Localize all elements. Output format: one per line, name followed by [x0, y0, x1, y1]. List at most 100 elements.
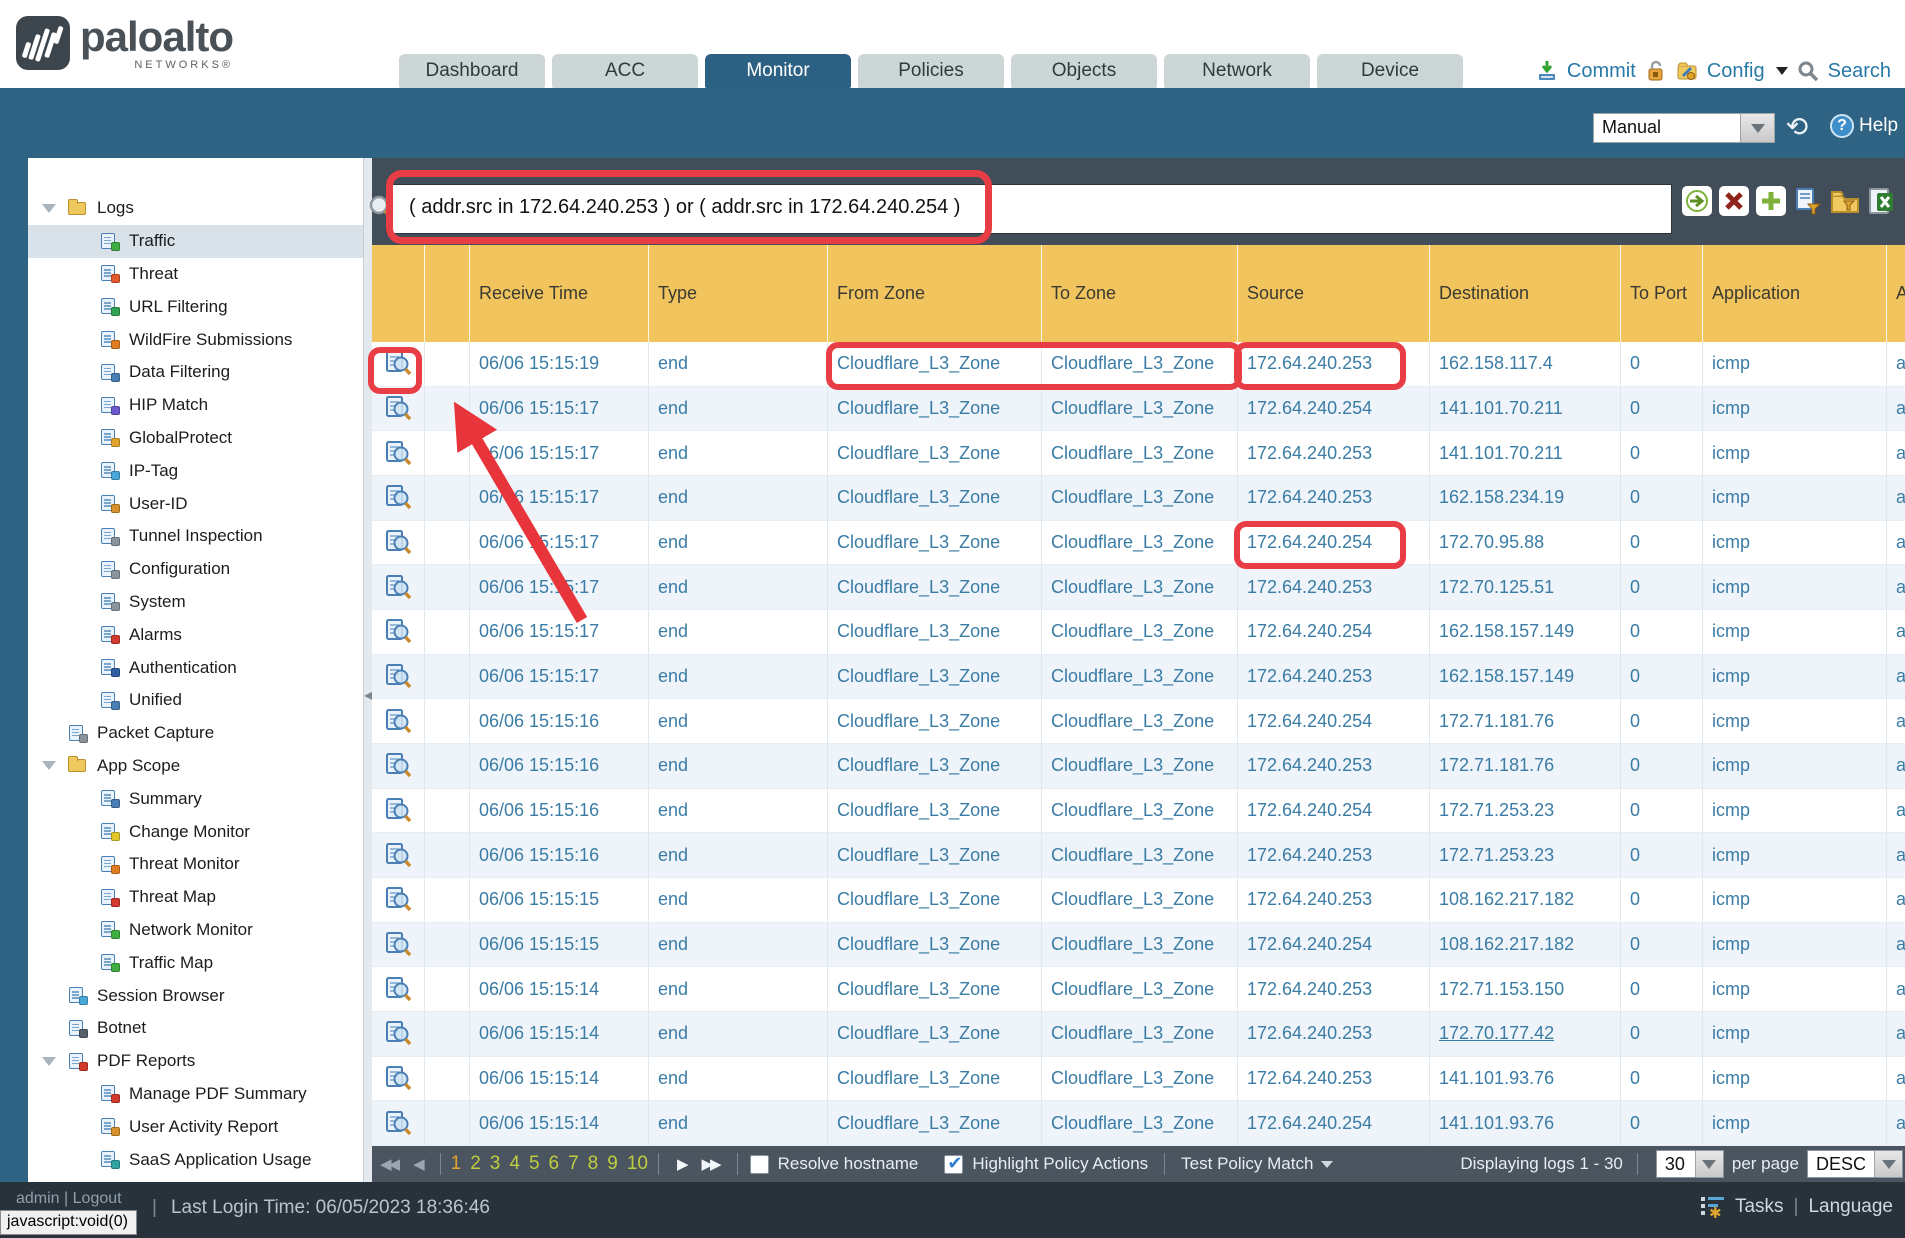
cell-application[interactable]: icmp — [1703, 655, 1887, 699]
cell-to-port[interactable]: 0 — [1621, 342, 1703, 386]
cell-application[interactable]: icmp — [1703, 878, 1887, 922]
refresh-interval-select[interactable]: Manual — [1593, 113, 1775, 143]
sidebar-item-data-filtering[interactable]: Data Filtering — [28, 356, 363, 389]
cell-source[interactable]: 172.64.240.253 — [1238, 342, 1430, 386]
cell-action[interactable]: al — [1887, 878, 1905, 922]
cell-to-zone[interactable]: Cloudflare_L3_Zone — [1042, 967, 1238, 1011]
cell-from-zone[interactable]: Cloudflare_L3_Zone — [828, 476, 1042, 520]
cell-to-zone[interactable]: Cloudflare_L3_Zone — [1042, 431, 1238, 475]
cell-to-port[interactable]: 0 — [1621, 565, 1703, 609]
log-detail-magnifier-icon[interactable] — [372, 387, 425, 431]
column-header-from-zone[interactable]: From Zone — [828, 245, 1042, 342]
log-detail-magnifier-icon[interactable] — [372, 699, 425, 743]
sidebar-item-threat-map[interactable]: Threat Map — [28, 881, 363, 914]
tab-dashboard[interactable]: Dashboard — [399, 54, 545, 88]
export-to-csv-icon[interactable] — [1867, 186, 1897, 216]
sidebar-item-botnet[interactable]: Botnet — [28, 1012, 363, 1045]
cell-to-port[interactable]: 0 — [1621, 476, 1703, 520]
log-detail-magnifier-icon[interactable] — [372, 1101, 425, 1145]
cell-application[interactable]: icmp — [1703, 1057, 1887, 1101]
cell-destination[interactable]: 172.71.181.76 — [1430, 744, 1621, 788]
sidebar-item-change-monitor[interactable]: Change Monitor — [28, 815, 363, 848]
cell-action[interactable]: al — [1887, 655, 1905, 699]
apply-filter-button[interactable] — [1682, 186, 1712, 216]
cell-from-zone[interactable]: Cloudflare_L3_Zone — [828, 833, 1042, 877]
cell-source[interactable]: 172.64.240.253 — [1238, 744, 1430, 788]
expander-triangle-icon[interactable] — [42, 1057, 56, 1066]
page-link-3[interactable]: 3 — [490, 1153, 501, 1175]
next-page-icon[interactable]: ▶ — [677, 1155, 686, 1173]
page-link-4[interactable]: 4 — [509, 1153, 520, 1175]
sidebar-item-traffic-map[interactable]: Traffic Map — [28, 946, 363, 979]
cell-action[interactable]: al — [1887, 1057, 1905, 1101]
log-detail-magnifier-icon[interactable] — [372, 1057, 425, 1101]
help-icon[interactable]: ? — [1830, 114, 1854, 138]
tab-device[interactable]: Device — [1317, 54, 1463, 88]
cell-from-zone[interactable]: Cloudflare_L3_Zone — [828, 789, 1042, 833]
tasks-button[interactable]: Tasks — [1735, 1196, 1784, 1218]
sidebar-item-threat[interactable]: Threat — [28, 258, 363, 291]
resolve-hostname-checkbox[interactable] — [750, 1155, 769, 1174]
sidebar-item-summary[interactable]: Summary — [28, 782, 363, 815]
column-header-type[interactable]: Type — [649, 245, 828, 342]
cell-to-port[interactable]: 0 — [1621, 789, 1703, 833]
language-button[interactable]: Language — [1808, 1196, 1893, 1218]
log-detail-magnifier-icon[interactable] — [372, 967, 425, 1011]
save-filter-icon[interactable] — [1793, 186, 1823, 216]
cell-to-zone[interactable]: Cloudflare_L3_Zone — [1042, 521, 1238, 565]
page-link-5[interactable]: 5 — [529, 1153, 540, 1175]
cell-source[interactable]: 172.64.240.253 — [1238, 655, 1430, 699]
cell-action[interactable]: al — [1887, 1012, 1905, 1056]
cell-to-zone[interactable]: Cloudflare_L3_Zone — [1042, 878, 1238, 922]
cell-destination[interactable]: 141.101.70.211 — [1430, 387, 1621, 431]
cell-application[interactable]: icmp — [1703, 431, 1887, 475]
sidebar-item-system[interactable]: System — [28, 586, 363, 619]
cell-application[interactable]: icmp — [1703, 342, 1887, 386]
log-detail-magnifier-icon[interactable] — [372, 655, 425, 699]
column-header-ac[interactable]: Ac — [1887, 245, 1905, 342]
cell-application[interactable]: icmp — [1703, 833, 1887, 877]
cell-source[interactable]: 172.64.240.254 — [1238, 521, 1430, 565]
cell-action[interactable]: al — [1887, 789, 1905, 833]
cell-application[interactable]: icmp — [1703, 521, 1887, 565]
cell-to-port[interactable]: 0 — [1621, 655, 1703, 699]
refresh-interval-dropdown-button[interactable] — [1740, 114, 1774, 142]
cell-application[interactable]: icmp — [1703, 923, 1887, 967]
cell-to-port[interactable]: 0 — [1621, 833, 1703, 877]
cell-to-zone[interactable]: Cloudflare_L3_Zone — [1042, 923, 1238, 967]
tab-acc[interactable]: ACC — [552, 54, 698, 88]
cell-action[interactable]: al — [1887, 699, 1905, 743]
cell-destination[interactable]: 172.70.177.42 — [1430, 1012, 1621, 1056]
sidebar-item-logs[interactable]: Logs — [28, 192, 363, 225]
highlight-policy-actions-checkbox[interactable] — [944, 1155, 963, 1174]
cell-to-port[interactable]: 0 — [1621, 878, 1703, 922]
sidebar-item-user-activity-report[interactable]: User Activity Report — [28, 1110, 363, 1143]
cell-application[interactable]: icmp — [1703, 387, 1887, 431]
log-detail-magnifier-icon[interactable] — [372, 1012, 425, 1056]
cell-from-zone[interactable]: Cloudflare_L3_Zone — [828, 1057, 1042, 1101]
log-detail-magnifier-icon[interactable] — [372, 878, 425, 922]
cell-destination[interactable]: 108.162.217.182 — [1430, 923, 1621, 967]
cell-from-zone[interactable]: Cloudflare_L3_Zone — [828, 610, 1042, 654]
chevron-down-icon[interactable] — [1874, 1151, 1902, 1177]
column-header-receive-time[interactable]: Receive Time — [470, 245, 649, 342]
cell-application[interactable]: icmp — [1703, 744, 1887, 788]
log-detail-magnifier-icon[interactable] — [372, 476, 425, 520]
sidebar-item-unified[interactable]: Unified — [28, 684, 363, 717]
cell-from-zone[interactable]: Cloudflare_L3_Zone — [828, 699, 1042, 743]
sidebar-item-globalprotect[interactable]: GlobalProtect — [28, 422, 363, 455]
expander-triangle-icon[interactable] — [42, 204, 56, 213]
log-filter-input[interactable]: ( addr.src in 172.64.240.253 ) or ( addr… — [386, 184, 1672, 234]
page-link-10[interactable]: 10 — [627, 1153, 648, 1175]
cell-from-zone[interactable]: Cloudflare_L3_Zone — [828, 1101, 1042, 1145]
cell-action[interactable]: al — [1887, 923, 1905, 967]
cell-from-zone[interactable]: Cloudflare_L3_Zone — [828, 521, 1042, 565]
tab-monitor[interactable]: Monitor — [705, 54, 851, 88]
cell-to-port[interactable]: 0 — [1621, 1012, 1703, 1056]
cell-action[interactable]: al — [1887, 967, 1905, 1011]
cell-to-zone[interactable]: Cloudflare_L3_Zone — [1042, 342, 1238, 386]
tab-network[interactable]: Network — [1164, 54, 1310, 88]
cell-from-zone[interactable]: Cloudflare_L3_Zone — [828, 655, 1042, 699]
cell-destination[interactable]: 141.101.93.76 — [1430, 1057, 1621, 1101]
cell-source[interactable]: 172.64.240.253 — [1238, 565, 1430, 609]
